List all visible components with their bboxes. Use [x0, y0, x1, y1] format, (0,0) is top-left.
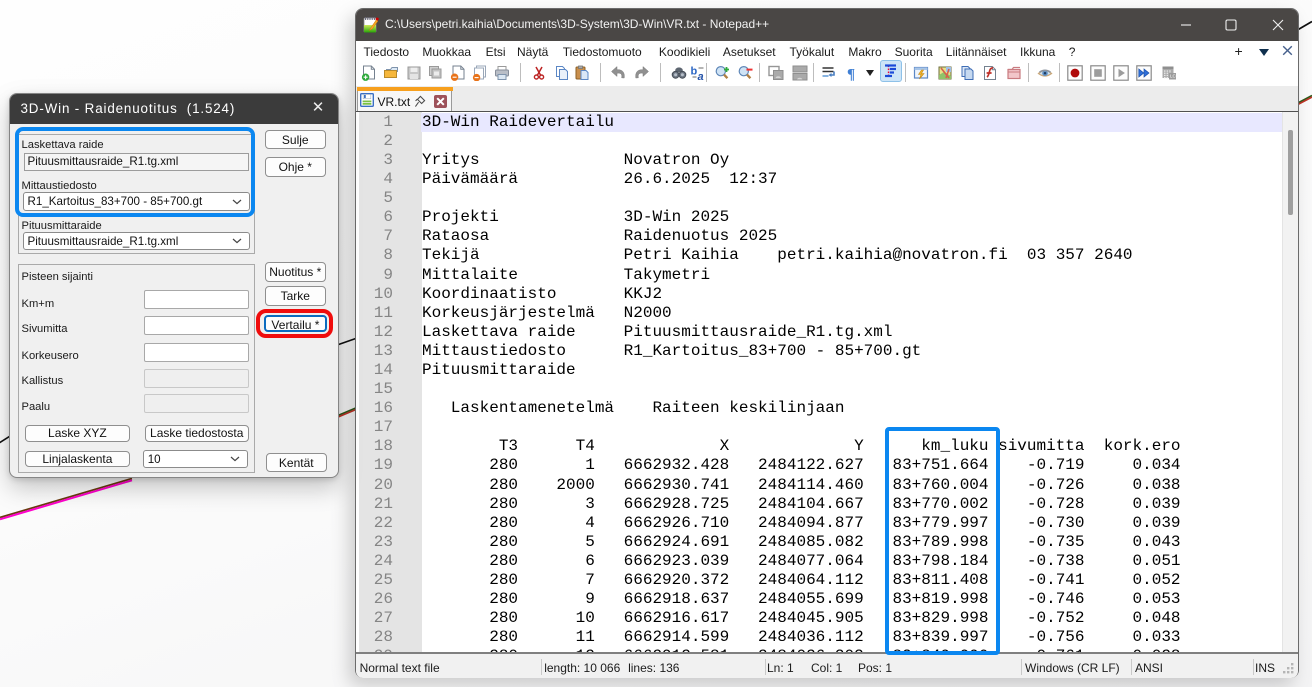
svg-text:¶: ¶ [847, 66, 855, 81]
svg-text:LC: LC [1170, 73, 1177, 78]
svg-text:a: a [697, 71, 703, 81]
svg-text:b: b [690, 65, 697, 77]
